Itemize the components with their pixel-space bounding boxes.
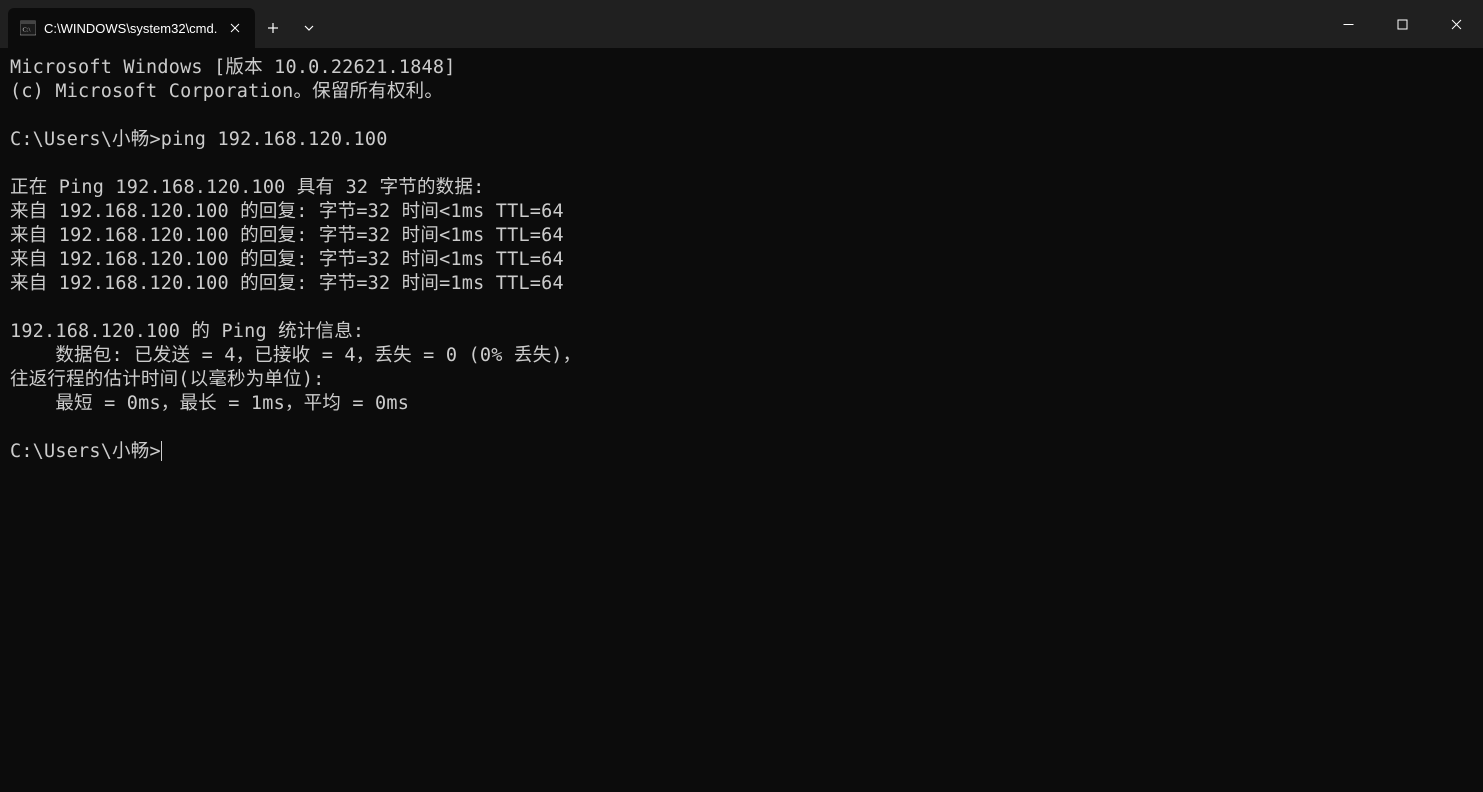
terminal-cursor (161, 441, 163, 461)
terminal-line: 正在 Ping 192.168.120.100 具有 32 字节的数据: (10, 176, 1473, 200)
titlebar-drag-area[interactable] (327, 0, 1321, 48)
terminal-tab[interactable]: C:\ C:\WINDOWS\system32\cmd. (8, 8, 255, 48)
tab-title: C:\WINDOWS\system32\cmd. (44, 21, 217, 36)
terminal-line: (c) Microsoft Corporation。保留所有权利。 (10, 80, 1473, 104)
terminal-line: 最短 = 0ms，最长 = 1ms，平均 = 0ms (10, 392, 1473, 416)
terminal-line: 数据包: 已发送 = 4，已接收 = 4，丢失 = 0 (0% 丢失)， (10, 344, 1473, 368)
terminal-line: 来自 192.168.120.100 的回复: 字节=32 时间<1ms TTL… (10, 224, 1473, 248)
cmd-icon: C:\ (20, 20, 36, 36)
tab-dropdown-button[interactable] (291, 8, 327, 48)
close-button[interactable] (1429, 0, 1483, 48)
terminal-line: C:\Users\小畅>ping 192.168.120.100 (10, 128, 1473, 152)
terminal-line: Microsoft Windows [版本 10.0.22621.1848] (10, 56, 1473, 80)
terminal-line (10, 104, 1473, 128)
new-tab-button[interactable] (255, 8, 291, 48)
terminal-line: 往返行程的估计时间(以毫秒为单位): (10, 368, 1473, 392)
terminal-line (10, 152, 1473, 176)
terminal-line: 来自 192.168.120.100 的回复: 字节=32 时间<1ms TTL… (10, 200, 1473, 224)
terminal-line: 192.168.120.100 的 Ping 统计信息: (10, 320, 1473, 344)
window-controls (1321, 0, 1483, 48)
titlebar: C:\ C:\WINDOWS\system32\cmd. (0, 0, 1483, 48)
terminal-line: 来自 192.168.120.100 的回复: 字节=32 时间<1ms TTL… (10, 248, 1473, 272)
terminal-output[interactable]: Microsoft Windows [版本 10.0.22621.1848](c… (0, 48, 1483, 472)
terminal-line (10, 296, 1473, 320)
terminal-prompt: C:\Users\小畅> (10, 441, 161, 462)
maximize-button[interactable] (1375, 0, 1429, 48)
svg-text:C:\: C:\ (23, 27, 31, 34)
tab-close-button[interactable] (225, 18, 245, 38)
terminal-line: 来自 192.168.120.100 的回复: 字节=32 时间=1ms TTL… (10, 272, 1473, 296)
tab-area: C:\ C:\WINDOWS\system32\cmd. (0, 0, 327, 48)
minimize-button[interactable] (1321, 0, 1375, 48)
terminal-line (10, 416, 1473, 440)
